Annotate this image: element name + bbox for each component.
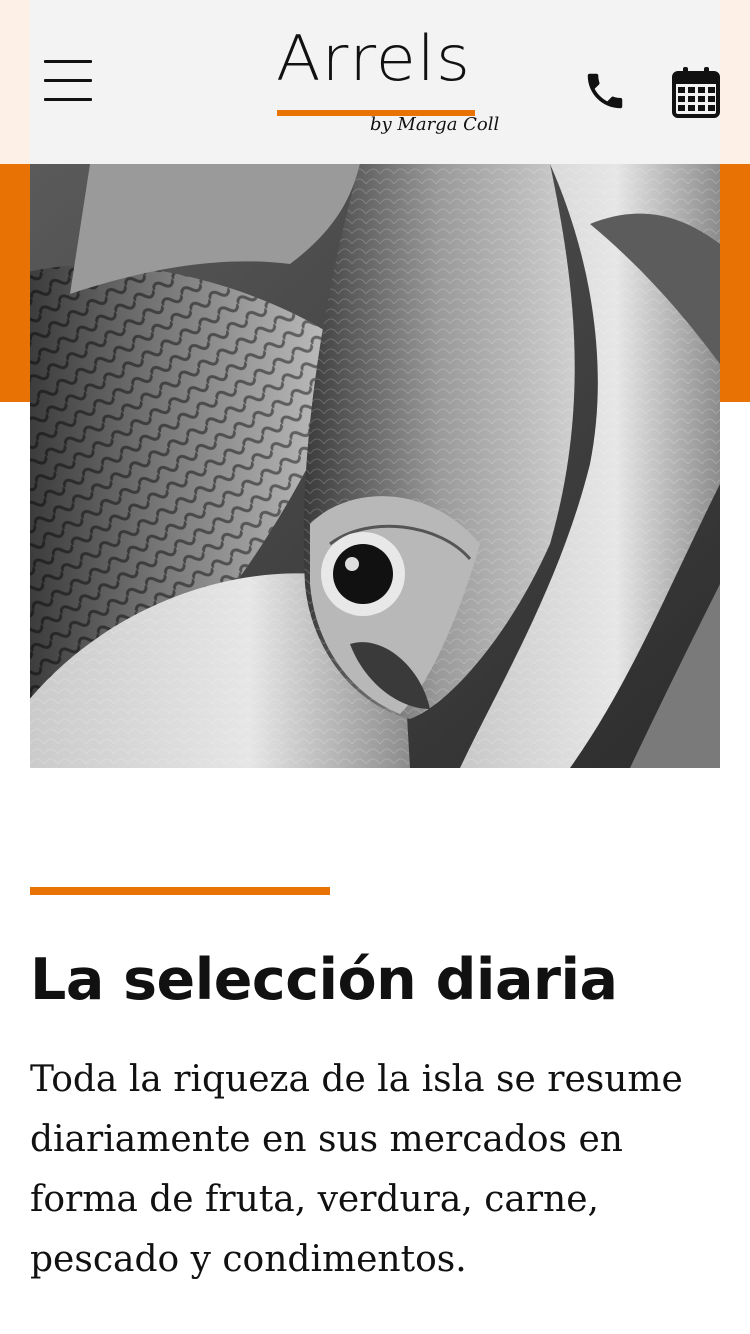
hero-image-fish	[30, 164, 720, 768]
section-title: La selección diaria	[30, 947, 618, 1013]
background-orange-strip-left	[0, 164, 30, 402]
section-accent-line	[30, 887, 330, 895]
background-orange-strip-right	[720, 164, 750, 402]
background-cream-strip-left	[0, 0, 30, 164]
logo-wordmark: Arrels	[276, 22, 471, 95]
hamburger-menu-icon[interactable]	[44, 58, 92, 104]
calendar-icon[interactable]	[672, 66, 720, 118]
phone-icon[interactable]	[582, 68, 628, 114]
logo[interactable]: Arrels by Marga Coll	[274, 28, 499, 150]
section-description: Toda la riqueza de la isla se resume dia…	[30, 1059, 683, 1280]
logo-tagline: by Marga Coll	[370, 114, 500, 135]
site-header: Arrels by Marga Coll	[30, 0, 720, 164]
background-cream-strip-right	[720, 0, 750, 164]
